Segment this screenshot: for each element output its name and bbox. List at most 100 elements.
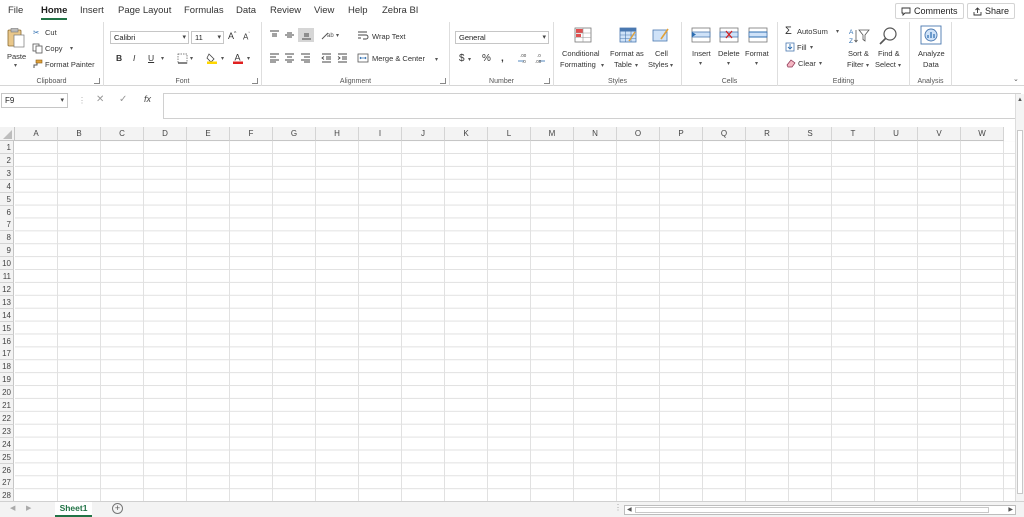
row-header[interactable]: 16	[0, 334, 14, 348]
font-color-dropdown-icon[interactable]: ▾	[247, 55, 250, 62]
analyze-data-line1[interactable]: Analyze	[918, 49, 945, 58]
column-header[interactable]: B	[58, 127, 101, 141]
column-header[interactable]: A	[15, 127, 58, 141]
find-select-line2[interactable]: Select	[875, 60, 896, 69]
column-header[interactable]: T	[832, 127, 875, 141]
tab-view[interactable]: View	[314, 5, 334, 16]
horizontal-scrollbar[interactable]: ◀ ▶	[624, 505, 1016, 515]
paste-button[interactable]: Paste	[7, 52, 26, 61]
row-header[interactable]: 4	[0, 179, 14, 193]
paste-dropdown-icon[interactable]: ▾	[14, 62, 17, 69]
row-header[interactable]: 25	[0, 450, 14, 464]
align-bottom-button[interactable]	[298, 28, 314, 42]
scroll-up-icon[interactable]: ▲	[1017, 97, 1023, 103]
row-header[interactable]: 9	[0, 244, 14, 258]
row-header[interactable]: 28	[0, 489, 14, 501]
cell-styles-line2[interactable]: Styles	[648, 60, 668, 69]
align-left-icon[interactable]	[269, 53, 280, 63]
insert-cells-dropdown-icon[interactable]: ▾	[699, 60, 702, 67]
decrease-indent-icon[interactable]	[321, 53, 332, 63]
tab-home[interactable]: Home	[41, 5, 68, 20]
align-top-icon[interactable]	[269, 30, 280, 40]
fill-color-icon[interactable]	[206, 52, 218, 64]
increase-font-icon[interactable]: A^	[228, 31, 236, 41]
font-size-select[interactable]: 11 ▾	[191, 31, 224, 44]
copy-dropdown-icon[interactable]: ▾	[70, 45, 73, 52]
wrap-text-button[interactable]: Wrap Text	[372, 32, 406, 41]
split-handle-icon[interactable]: ⋮	[614, 503, 622, 512]
format-painter-button[interactable]: Format Painter	[45, 60, 95, 69]
scroll-left-icon[interactable]: ◀	[627, 506, 632, 513]
cut-button[interactable]: Cut	[45, 28, 57, 37]
percent-icon[interactable]: %	[482, 53, 491, 64]
next-sheet-icon[interactable]: ▶	[26, 504, 31, 512]
tab-page-layout[interactable]: Page Layout	[118, 5, 171, 16]
tab-help[interactable]: Help	[348, 5, 368, 16]
column-header[interactable]: D	[144, 127, 187, 141]
delete-cells-dropdown-icon[interactable]: ▾	[727, 60, 730, 67]
vertical-scrollbar[interactable]: ▲	[1015, 94, 1024, 501]
tab-file[interactable]: File	[8, 5, 23, 16]
align-center-icon[interactable]	[284, 53, 295, 63]
increase-indent-icon[interactable]	[337, 53, 348, 63]
merge-dropdown-icon[interactable]: ▾	[435, 56, 438, 63]
column-header[interactable]: L	[488, 127, 531, 141]
column-header[interactable]: C	[101, 127, 144, 141]
clear-button[interactable]: Clear	[798, 59, 816, 68]
tab-insert[interactable]: Insert	[80, 5, 104, 16]
insert-function-icon[interactable]: fx	[144, 94, 151, 104]
increase-decimal-icon[interactable]: .00.0	[517, 52, 529, 64]
row-header[interactable]: 20	[0, 386, 14, 400]
tab-review[interactable]: Review	[270, 5, 301, 16]
conditional-formatting-line2[interactable]: Formatting	[560, 60, 596, 69]
row-header[interactable]: 17	[0, 347, 14, 361]
comments-button[interactable]: Comments	[895, 3, 964, 19]
decrease-font-icon[interactable]: Aˇ	[243, 32, 250, 42]
row-header[interactable]: 19	[0, 373, 14, 387]
column-header[interactable]: W	[961, 127, 1004, 141]
sort-filter-dropdown-icon[interactable]: ▾	[866, 62, 869, 69]
name-box[interactable]: F9 ▾	[1, 93, 68, 108]
column-header[interactable]: G	[273, 127, 316, 141]
column-header[interactable]: J	[402, 127, 445, 141]
row-header[interactable]: 27	[0, 476, 14, 490]
orientation-icon[interactable]: ab	[321, 30, 334, 40]
underline-dropdown-icon[interactable]: ▾	[161, 55, 164, 62]
row-header[interactable]: 15	[0, 321, 14, 335]
tab-zebra-bi[interactable]: Zebra BI	[382, 5, 418, 16]
comma-icon[interactable]: ,	[501, 53, 504, 64]
row-header[interactable]: 12	[0, 282, 14, 296]
merge-center-button[interactable]: Merge & Center	[372, 54, 425, 63]
column-header[interactable]: F	[230, 127, 273, 141]
borders-dropdown-icon[interactable]: ▾	[190, 55, 193, 62]
format-cells-dropdown-icon[interactable]: ▾	[755, 60, 758, 67]
cell-area[interactable]	[15, 141, 1015, 501]
font-name-select[interactable]: Calibri ▾	[110, 31, 189, 44]
align-right-icon[interactable]	[300, 53, 311, 63]
scroll-right-icon[interactable]: ▶	[1008, 506, 1013, 513]
number-launcher-icon[interactable]	[544, 78, 550, 84]
currency-icon[interactable]: $	[459, 53, 465, 64]
column-header[interactable]: M	[531, 127, 574, 141]
column-header[interactable]: S	[789, 127, 832, 141]
paste-icon[interactable]	[5, 27, 27, 49]
autosum-button[interactable]: AutoSum	[797, 27, 828, 36]
clear-dropdown-icon[interactable]: ▾	[819, 60, 822, 67]
row-header[interactable]: 23	[0, 424, 14, 438]
cancel-entry-icon[interactable]: ✕	[96, 94, 104, 105]
column-header[interactable]: U	[875, 127, 918, 141]
row-header[interactable]: 13	[0, 295, 14, 309]
font-launcher-icon[interactable]	[252, 78, 258, 84]
clipboard-launcher-icon[interactable]	[94, 78, 100, 84]
find-select-line1[interactable]: Find &	[878, 49, 900, 58]
orientation-dropdown-icon[interactable]: ▾	[336, 32, 339, 39]
cell-styles-dropdown-icon[interactable]: ▾	[670, 62, 673, 69]
row-header[interactable]: 26	[0, 463, 14, 477]
sheet-tab[interactable]: Sheet1	[55, 502, 92, 517]
cell-styles-line1[interactable]: Cell	[655, 49, 668, 58]
row-header[interactable]: 6	[0, 205, 14, 219]
row-header[interactable]: 7	[0, 218, 14, 232]
number-format-select[interactable]: General ▾	[455, 31, 549, 44]
row-header[interactable]: 14	[0, 308, 14, 322]
format-as-table-dropdown-icon[interactable]: ▾	[635, 62, 638, 69]
